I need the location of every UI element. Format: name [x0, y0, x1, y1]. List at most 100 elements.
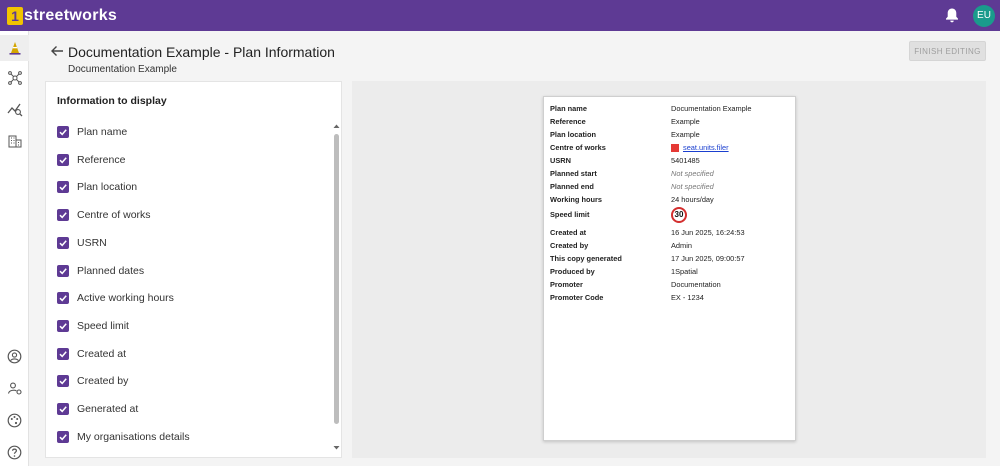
option-label: Reference	[77, 153, 126, 166]
checkbox[interactable]	[57, 236, 69, 249]
checkbox[interactable]	[57, 292, 69, 305]
side-nav	[0, 31, 29, 466]
check-icon	[59, 212, 67, 219]
account-icon	[7, 349, 22, 363]
checkbox[interactable]	[57, 347, 69, 360]
checkbox[interactable]	[57, 319, 69, 332]
check-icon	[59, 433, 67, 441]
option-row[interactable]: USRN	[57, 234, 107, 252]
option-row[interactable]: Planned dates	[57, 262, 144, 280]
doc-key: USRN	[550, 156, 571, 165]
nav-help-button[interactable]	[0, 439, 29, 465]
option-row[interactable]: Plan name	[57, 123, 127, 141]
doc-value: seat.units.filer	[671, 143, 729, 153]
nav-analytics-button[interactable]	[0, 96, 29, 122]
option-label: USRN	[77, 236, 107, 249]
doc-key: Created at	[550, 228, 587, 237]
doc-key: Reference	[550, 117, 586, 126]
checkbox[interactable]	[57, 403, 69, 415]
scroll-down-icon[interactable]	[332, 444, 341, 452]
option-row[interactable]: Plan location	[57, 178, 137, 196]
doc-value: Example	[671, 117, 700, 126]
check-icon	[59, 240, 67, 247]
doc-value: Admin	[671, 241, 692, 250]
option-label: Generated at	[77, 403, 139, 415]
doc-key: Created by	[550, 241, 589, 250]
doc-key: Planned start	[550, 169, 597, 178]
app-logo[interactable]: 1 streetworks	[7, 7, 117, 25]
doc-key: Produced by	[550, 267, 595, 276]
bell-icon[interactable]	[944, 7, 960, 24]
speed-limit-sign: 30	[671, 207, 687, 223]
back-arrow-icon[interactable]	[50, 44, 64, 58]
nav-user-settings-button[interactable]	[0, 375, 29, 401]
nav-works-button[interactable]	[0, 35, 29, 61]
analytics-icon	[6, 103, 22, 117]
doc-value: 30	[671, 207, 687, 223]
checkbox[interactable]	[57, 375, 69, 388]
doc-row: This copy generated 17 Jun 2025, 09:00:57	[550, 254, 790, 266]
check-icon	[59, 295, 67, 302]
check-icon	[59, 323, 67, 330]
doc-row: Promoter Code EX - 1234	[550, 293, 790, 305]
checkbox[interactable]	[57, 126, 69, 138]
option-row[interactable]: My organisations details	[57, 428, 190, 446]
help-icon	[7, 445, 22, 459]
page-subtitle: Documentation Example	[68, 64, 177, 75]
doc-value: Documentation Example	[671, 104, 752, 113]
user-avatar[interactable]: EU	[973, 5, 995, 27]
top-bar: 1 streetworks EU	[0, 0, 1000, 31]
palette-icon	[7, 413, 22, 427]
nav-network-button[interactable]	[0, 65, 29, 91]
option-row[interactable]: Reference	[57, 151, 125, 169]
doc-value: 16 Jun 2025, 16:24:53	[671, 228, 745, 237]
nav-theme-button[interactable]	[0, 407, 29, 433]
checkbox[interactable]	[57, 181, 69, 194]
check-icon	[59, 267, 67, 274]
option-label: Plan location	[77, 181, 138, 194]
checkbox[interactable]	[57, 209, 69, 222]
doc-row: Centre of works seat.units.filer	[550, 143, 790, 155]
doc-key: Plan location	[550, 130, 596, 139]
checkbox[interactable]	[57, 430, 69, 443]
option-label: Speed limit	[77, 319, 129, 332]
check-icon	[59, 156, 67, 164]
check-icon	[59, 350, 67, 358]
checkbox[interactable]	[57, 153, 69, 166]
scroll-up-icon[interactable]	[332, 122, 341, 130]
option-row[interactable]: Created at	[57, 345, 126, 363]
option-row[interactable]: Speed limit	[57, 317, 129, 335]
doc-row: Plan name Documentation Example	[550, 104, 790, 116]
option-label: Active working hours	[77, 292, 174, 305]
option-row[interactable]: Active working hours	[57, 289, 174, 307]
doc-row: Planned start Not specified	[550, 169, 790, 181]
check-icon	[59, 129, 67, 136]
check-icon	[59, 184, 67, 191]
nav-account-button[interactable]	[0, 343, 29, 369]
doc-key: Speed limit	[550, 210, 590, 219]
option-row[interactable]: Created by	[57, 372, 128, 390]
panel-title: Information to display	[57, 95, 167, 107]
doc-row: Promoter Documentation	[550, 280, 790, 292]
centre-of-works-link[interactable]: seat.units.filer	[683, 143, 729, 152]
panel-scrollbar[interactable]	[332, 122, 341, 456]
doc-value: Not specified	[671, 182, 714, 191]
check-icon	[59, 406, 67, 413]
checkbox[interactable]	[57, 264, 69, 277]
doc-key: Promoter	[550, 280, 583, 289]
doc-value: Example	[671, 130, 700, 139]
logo-mark: 1	[7, 7, 23, 25]
option-row[interactable]: Centre of works	[57, 206, 151, 224]
option-label: Planned dates	[77, 264, 145, 277]
doc-key: Centre of works	[550, 143, 606, 152]
doc-value: 17 Jun 2025, 09:00:57	[671, 254, 745, 263]
nav-organisations-button[interactable]	[0, 128, 29, 154]
logo-text: streetworks	[24, 7, 118, 24]
finish-editing-button[interactable]: FINISH EDITING	[909, 41, 986, 61]
doc-row: Created at 16 Jun 2025, 16:24:53	[550, 228, 790, 240]
option-row[interactable]: Generated at	[57, 400, 138, 418]
building-icon	[8, 135, 21, 148]
scroll-thumb[interactable]	[334, 134, 339, 424]
cone-icon	[9, 42, 20, 55]
network-icon	[7, 71, 22, 85]
